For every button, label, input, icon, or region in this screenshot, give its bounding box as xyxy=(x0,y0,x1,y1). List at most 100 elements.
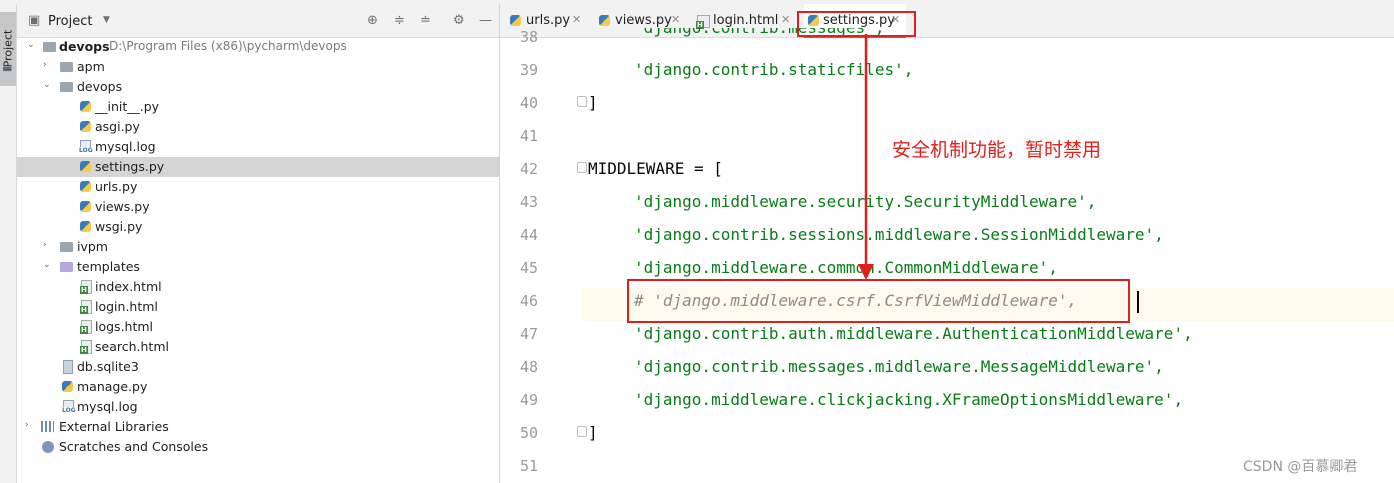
line-number: 43 xyxy=(519,193,538,211)
collapse-all-icon[interactable]: ≐ xyxy=(420,13,431,28)
chevron-down-icon[interactable]: ▼ xyxy=(103,15,110,25)
library-icon xyxy=(41,421,54,432)
log-file-icon xyxy=(62,400,76,414)
tree-item-apm[interactable]: › apm xyxy=(17,57,499,77)
code-line-42: MIDDLEWARE = [ xyxy=(588,159,723,178)
code-line-45: 'django.middleware.common.CommonMiddlewa… xyxy=(634,258,1058,277)
html-file-icon xyxy=(80,340,92,354)
line-number: 42 xyxy=(519,160,538,178)
line-number: 44 xyxy=(519,226,538,244)
chevron-down-icon[interactable]: ⌄ xyxy=(43,260,51,270)
tree-item-label: ivpm xyxy=(77,239,108,254)
tree-item-index-html[interactable]: index.html xyxy=(17,277,499,297)
project-panel: ▣ Project ▼ ⊕ ≑ ≐ ⚙ — ⌄ devops D:\Progra… xyxy=(17,4,500,483)
tab-label: login.html xyxy=(713,13,779,28)
tree-item-search-html[interactable]: search.html xyxy=(17,337,499,357)
python-file-icon xyxy=(80,121,91,132)
tree-item-asgi-py[interactable]: asgi.py xyxy=(17,117,499,137)
line-number-gutter: 38 39 40 41 42 43 44 45 46 47 48 49 50 5… xyxy=(500,28,582,483)
close-icon[interactable]: ✕ xyxy=(671,13,680,26)
tree-item-templates[interactable]: ⌄ templates xyxy=(17,257,499,277)
tree-item-label: db.sqlite3 xyxy=(77,359,139,374)
tree-item-label: devops xyxy=(59,39,110,54)
python-file-icon xyxy=(80,181,91,192)
line-number: 47 xyxy=(519,325,538,343)
tree-item-label: External Libraries xyxy=(59,419,169,434)
chevron-right-icon[interactable]: › xyxy=(25,420,29,430)
python-file-icon xyxy=(80,161,91,172)
tree-item-devops-package[interactable]: ⌄ devops xyxy=(17,77,499,97)
log-file-icon xyxy=(79,140,93,154)
tree-item-init-py[interactable]: __init__.py xyxy=(17,97,499,117)
folder-icon xyxy=(60,62,73,72)
tree-item-mysql-log[interactable]: mysql.log xyxy=(17,137,499,157)
tree-item-label: mysql.log xyxy=(77,399,138,414)
tree-item-ivpm[interactable]: › ivpm xyxy=(17,237,499,257)
annotation-arrow xyxy=(858,34,874,280)
tree-item-label: settings.py xyxy=(95,159,165,174)
gear-icon[interactable]: ⚙ xyxy=(453,13,465,28)
tree-item-label: asgi.py xyxy=(95,119,140,134)
scratches-icon xyxy=(42,441,54,453)
tab-label: urls.py xyxy=(526,13,571,28)
line-number: 45 xyxy=(519,259,538,277)
code-line-50: ] xyxy=(588,423,598,442)
tree-item-manage-py[interactable]: manage.py xyxy=(17,377,499,397)
close-icon[interactable]: ✕ xyxy=(572,13,581,26)
project-panel-title[interactable]: Project xyxy=(48,14,92,29)
hide-panel-icon[interactable]: — xyxy=(479,13,492,28)
tree-item-mysql-log-root[interactable]: mysql.log xyxy=(17,397,499,417)
python-file-icon xyxy=(599,15,610,26)
code-line-44: 'django.contrib.sessions.middleware.Sess… xyxy=(634,225,1164,244)
expand-all-icon[interactable]: ≑ xyxy=(394,13,405,28)
code-highlight-box xyxy=(627,279,1130,323)
html-file-icon xyxy=(696,15,710,29)
html-file-icon xyxy=(80,300,92,314)
chevron-right-icon[interactable]: › xyxy=(43,60,47,70)
code-line-49: 'django.middleware.clickjacking.XFrameOp… xyxy=(634,390,1184,409)
fold-end-icon[interactable] xyxy=(577,96,587,107)
tree-item-label: search.html xyxy=(95,339,169,354)
chevron-down-icon[interactable]: ⌄ xyxy=(43,80,51,90)
tree-item-label: login.html xyxy=(95,299,158,314)
line-number: 49 xyxy=(519,391,538,409)
tree-item-db-sqlite3[interactable]: db.sqlite3 xyxy=(17,357,499,377)
tree-item-label: templates xyxy=(77,259,140,274)
tree-item-logs-html[interactable]: logs.html xyxy=(17,317,499,337)
close-icon[interactable]: ✕ xyxy=(781,13,790,26)
tree-item-label: urls.py xyxy=(95,179,138,194)
tree-item-label: wsgi.py xyxy=(95,219,143,234)
watermark: CSDN @百慕卿君 xyxy=(1243,459,1358,475)
editor-area: urls.py ✕ views.py ✕ login.html ✕ settin… xyxy=(500,4,1394,483)
line-number: 39 xyxy=(519,61,538,79)
python-file-icon xyxy=(62,381,73,392)
folder-icon: ▬ xyxy=(2,62,13,75)
text-caret xyxy=(1137,291,1139,313)
fold-start-icon[interactable] xyxy=(577,162,587,173)
tree-item-views-py[interactable]: views.py xyxy=(17,197,499,217)
tree-item-login-html[interactable]: login.html xyxy=(17,297,499,317)
chevron-right-icon[interactable]: › xyxy=(43,240,47,250)
tree-item-label: index.html xyxy=(95,279,162,294)
tree-item-urls-py[interactable]: urls.py xyxy=(17,177,499,197)
tab-label: views.py xyxy=(615,13,672,28)
line-number: 46 xyxy=(519,292,538,310)
code-line-47: 'django.contrib.auth.middleware.Authenti… xyxy=(634,324,1193,343)
locate-icon[interactable]: ⊕ xyxy=(367,13,378,28)
tree-item-wsgi-py[interactable]: wsgi.py xyxy=(17,217,499,237)
python-file-icon xyxy=(80,101,91,112)
tree-item-label: mysql.log xyxy=(95,139,156,154)
python-file-icon xyxy=(510,15,521,26)
project-view-icon: ▣ xyxy=(28,13,41,28)
chevron-down-icon[interactable]: ⌄ xyxy=(27,40,35,50)
code-line-48: 'django.contrib.messages.middleware.Mess… xyxy=(634,357,1164,376)
tree-item-settings-py[interactable]: settings.py xyxy=(17,157,499,177)
folder-icon xyxy=(43,42,56,52)
tree-item-devops-root[interactable]: ⌄ devops D:\Program Files (x86)\pycharm\… xyxy=(17,37,499,57)
fold-end-icon[interactable] xyxy=(577,426,587,437)
line-number: 48 xyxy=(519,358,538,376)
python-file-icon xyxy=(80,221,91,232)
tree-item-label: views.py xyxy=(95,199,150,214)
tree-item-scratches[interactable]: Scratches and Consoles xyxy=(17,437,499,457)
tree-item-external-libraries[interactable]: › External Libraries xyxy=(17,417,499,437)
